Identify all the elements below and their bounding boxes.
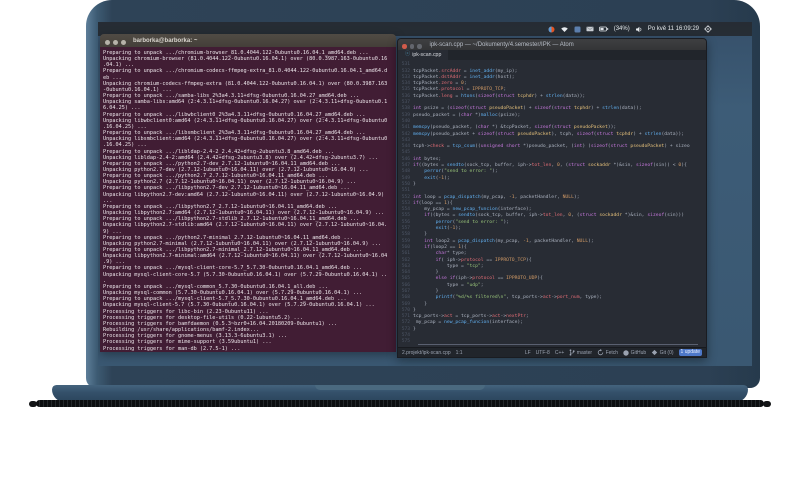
github-icon bbox=[623, 349, 629, 356]
terminal-line: Unpacking chromium-browser (81.0.4044.12… bbox=[103, 56, 388, 63]
atom-close-button[interactable] bbox=[402, 44, 407, 49]
mail-icon[interactable] bbox=[586, 26, 594, 32]
status-cursor-position[interactable]: 1:1 bbox=[456, 350, 463, 356]
tab-label: ipk-scan.cpp bbox=[412, 52, 442, 58]
terminal-line: Unpacking libwbclient0:amd64 (2:4.3.11+d… bbox=[103, 117, 388, 124]
terminal-line: Unpacking libpython2.7-stdlib:amd64 (2.7… bbox=[103, 222, 388, 229]
software-updater-icon[interactable] bbox=[548, 26, 555, 33]
atom-window-title: ipk-scan.cpp — ~/Dokumenty/4.semester/IP… bbox=[429, 41, 574, 48]
terminal-line: Preparing to unpack .../libwbclient0_2%3… bbox=[103, 111, 366, 118]
editor-lines: 530tcph->urg_ptr = 0;531532tcpPacket.src… bbox=[398, 60, 706, 346]
status-item-git-branch[interactable]: master bbox=[569, 349, 592, 356]
session-gear-icon[interactable] bbox=[704, 25, 712, 33]
terminal-line: Unpacking libldap-2.4-2:amd64 (2.4.42+df… bbox=[103, 154, 378, 161]
terminal-close-button[interactable] bbox=[105, 39, 110, 45]
terminal-line: Unpacking mysql-client-core-5.7 (5.7.30-… bbox=[103, 271, 388, 278]
terminal-title: barborka@barborka: ~ bbox=[133, 37, 198, 44]
terminal-line: Preparing to unpack .../libpython2.7-dev… bbox=[103, 185, 350, 192]
terminal-line: Unpacking libpython2.7-dev:amd64 (2.7.12… bbox=[103, 191, 385, 198]
tab-ipk-scan-cpp[interactable]: ⓒ ipk-scan.cpp bbox=[398, 50, 449, 60]
terminal-line: Unpacking libpython2.7-minimal:amd64 (2.… bbox=[103, 253, 388, 260]
branch-icon bbox=[569, 349, 575, 356]
code-line: 544 tcph->check = tcp_csum((unsigned shor… bbox=[401, 144, 690, 150]
status-item-git-changes[interactable]: Git (0) bbox=[651, 349, 674, 356]
clock[interactable]: Po kvě 11 16:09:29 bbox=[648, 26, 699, 32]
atom-maximize-button[interactable] bbox=[417, 44, 422, 49]
atom-titlebar[interactable]: ipk-scan.cpp — ~/Dokumenty/4.semester/IP… bbox=[398, 39, 706, 50]
terminal-maximize-button[interactable] bbox=[121, 39, 126, 45]
status-file-path[interactable]: 2.projekt/ipk-scan.cpp bbox=[402, 350, 451, 356]
code-editor[interactable]: 530tcph->urg_ptr = 0;531532tcpPacket.src… bbox=[398, 60, 706, 347]
terminal-line: Preparing to unpack .../python2.7-minima… bbox=[103, 234, 353, 241]
code-line: 542 memcpy(pseudo_packet + sizeof(struct … bbox=[401, 131, 685, 137]
atom-window: ipk-scan.cpp — ~/Dokumenty/4.semester/IP… bbox=[397, 38, 707, 358]
laptop-vent bbox=[29, 400, 771, 407]
terminal-line: Unpacking samba-libs:amd64 (2:4.3.11+dfs… bbox=[103, 99, 388, 106]
status-bar: 2.projekt/ipk-scan.cpp 1:1 LF UTF-8 C++ mas… bbox=[398, 347, 706, 357]
laptop-lid: (34%) Po kvě 11 16:09:29 barborka@barbor… bbox=[86, 0, 760, 388]
volume-icon[interactable] bbox=[635, 26, 643, 33]
terminal-titlebar[interactable]: barborka@barborka: ~ bbox=[100, 34, 396, 47]
laptop-lid-notch bbox=[315, 385, 485, 390]
terminal-output[interactable]: Preparing to unpack .../chromium-browser… bbox=[100, 47, 396, 352]
terminal-line: Unpacking mysql-client-5.7 (5.7.30-0ubun… bbox=[103, 302, 375, 309]
git-icon bbox=[651, 349, 658, 356]
tab-bar: ⓒ ipk-scan.cpp bbox=[398, 50, 706, 60]
battery-percent: (34%) bbox=[613, 26, 630, 32]
status-item-github[interactable]: GitHub bbox=[623, 350, 646, 356]
wifi-icon[interactable] bbox=[560, 26, 569, 33]
laptop-mockup: (34%) Po kvě 11 16:09:29 barborka@barbor… bbox=[0, 0, 800, 477]
status-right-items: LF UTF-8 C++ master Fetch GitHub Git (0) 1 upda… bbox=[525, 349, 702, 356]
terminal-line: Preparing to unpack .../chromium-codecs-… bbox=[103, 68, 388, 75]
status-item-updates[interactable]: 1 update bbox=[678, 349, 702, 356]
keyboard-layout-icon[interactable] bbox=[574, 26, 581, 33]
terminal-line: Preparing to unpack .../mysql-client-cor… bbox=[103, 265, 363, 272]
status-item-encoding[interactable]: UTF-8 bbox=[536, 350, 550, 356]
status-item-grammar[interactable]: C++ bbox=[555, 350, 564, 356]
cpp-file-icon: ⓒ bbox=[405, 51, 411, 58]
terminal-line: Processing triggers for man-db (2.7.5-1)… bbox=[103, 345, 241, 352]
terminal-minimize-button[interactable] bbox=[113, 39, 118, 45]
terminal-window: barborka@barborka: ~ Preparing to unpack… bbox=[100, 34, 396, 352]
status-item-line-ending[interactable]: LF bbox=[525, 350, 531, 356]
sync-icon bbox=[597, 349, 604, 356]
desktop: (34%) Po kvě 11 16:09:29 barborka@barbor… bbox=[98, 22, 752, 366]
battery-icon[interactable] bbox=[598, 26, 609, 32]
horizontal-scrollbar[interactable] bbox=[418, 344, 698, 345]
atom-minimize-button[interactable] bbox=[409, 44, 414, 49]
status-item-fetch[interactable]: Fetch bbox=[597, 349, 618, 356]
